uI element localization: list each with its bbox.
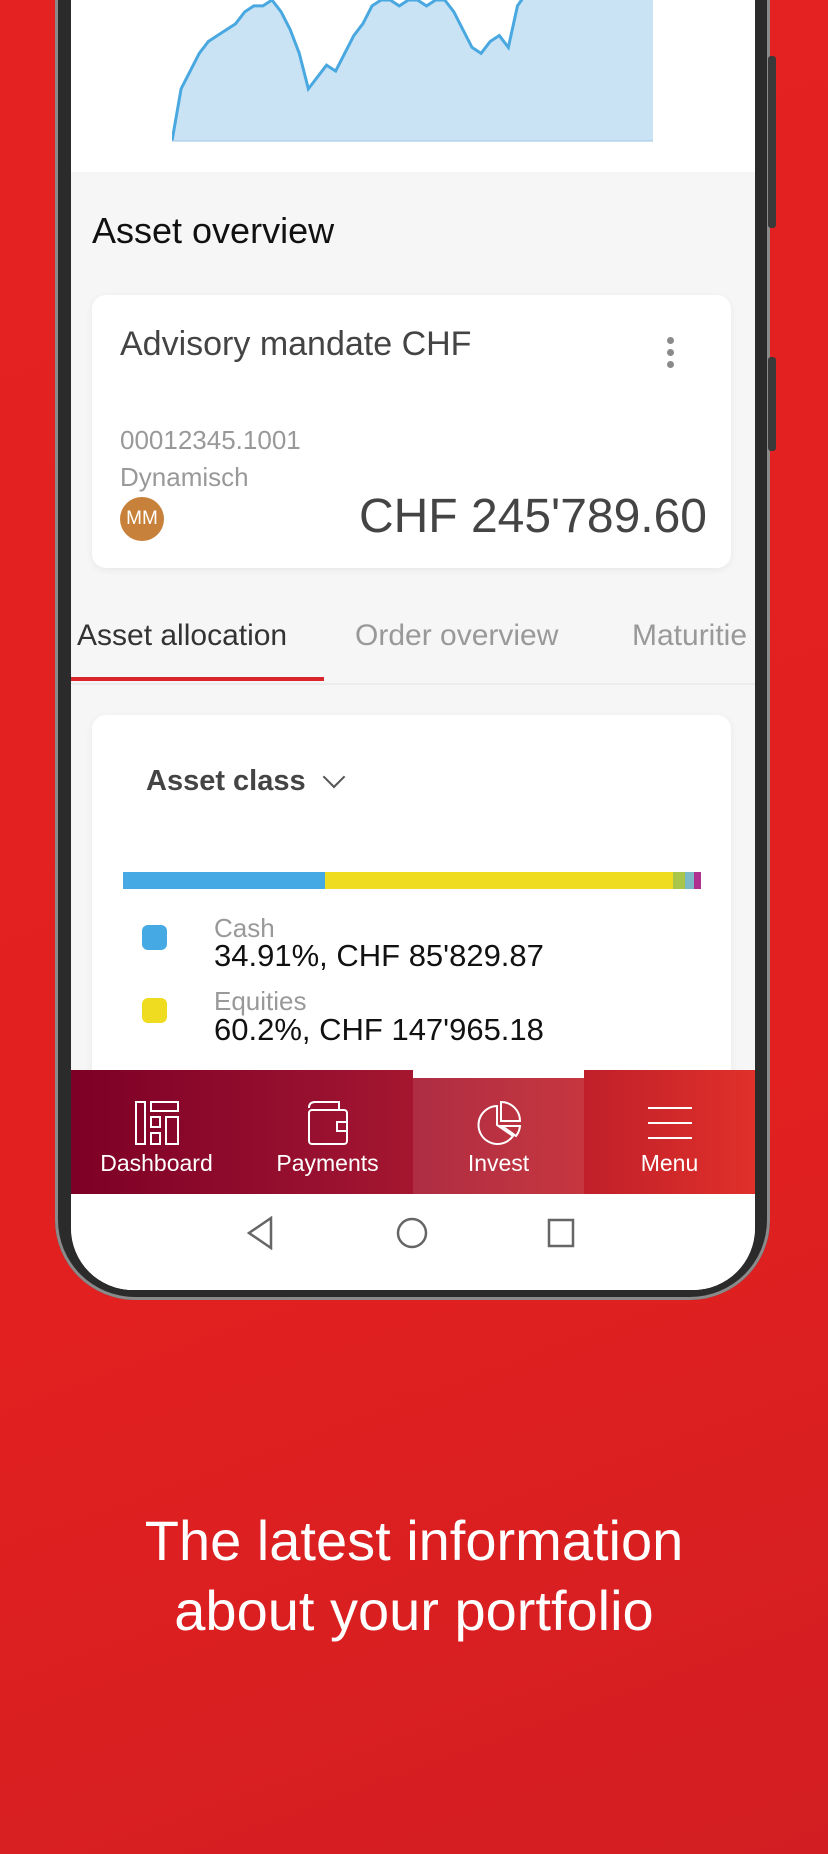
allocation-segment bbox=[324, 872, 673, 889]
allocation-bar bbox=[123, 872, 701, 889]
tab-maturities[interactable]: Maturitie bbox=[632, 619, 747, 653]
headline-line: The latest information bbox=[144, 1509, 684, 1572]
nav-invest[interactable]: Invest bbox=[413, 1070, 584, 1194]
avatar: MM bbox=[120, 497, 164, 541]
portfolio-amount: CHF 245'789.60 bbox=[358, 490, 707, 543]
tab-asset-allocation[interactable]: Asset allocation bbox=[77, 619, 287, 653]
volume-button bbox=[768, 56, 776, 228]
wallet-icon bbox=[307, 1101, 348, 1145]
phone-screen: Asset overview Advisory mandate CHF 0001… bbox=[71, 0, 755, 1290]
performance-chart-panel bbox=[71, 0, 755, 172]
nav-menu[interactable]: Menu bbox=[584, 1070, 755, 1194]
section-title: Asset overview bbox=[92, 210, 335, 251]
strategy: Dynamisch bbox=[120, 462, 249, 492]
chevron-down-icon bbox=[322, 765, 346, 789]
back-icon[interactable] bbox=[246, 1216, 274, 1250]
legend-swatch bbox=[142, 998, 167, 1023]
nav-label: Dashboard bbox=[100, 1150, 213, 1176]
portfolio-card[interactable]: Advisory mandate CHF 00012345.1001 Dynam… bbox=[92, 295, 731, 568]
allocation-segment bbox=[694, 872, 701, 889]
legend-value: 60.2%, CHF 147'965.18 bbox=[214, 1012, 544, 1047]
legend-swatch bbox=[142, 925, 167, 950]
bottom-navigation: Dashboard Payments Invest Menu bbox=[71, 1070, 755, 1194]
performance-chart bbox=[172, 0, 653, 142]
more-options-icon[interactable] bbox=[667, 337, 674, 373]
power-button bbox=[768, 357, 776, 451]
nav-payments[interactable]: Payments bbox=[242, 1070, 413, 1194]
dropdown-label: Asset class bbox=[146, 765, 306, 797]
nav-dashboard[interactable]: Dashboard bbox=[71, 1070, 242, 1194]
legend-value: 34.91%, CHF 85'829.87 bbox=[214, 938, 544, 973]
dashboard-icon bbox=[134, 1101, 179, 1145]
headline-line: about your portfolio bbox=[174, 1579, 654, 1642]
account-number: 00012345.1001 bbox=[120, 425, 301, 455]
allocation-segment bbox=[123, 872, 325, 889]
portfolio-title: Advisory mandate CHF bbox=[120, 325, 472, 363]
system-navigation-bar bbox=[71, 1194, 755, 1290]
allocation-segment bbox=[672, 872, 685, 889]
chart-area bbox=[172, 0, 653, 141]
recents-icon[interactable] bbox=[547, 1218, 575, 1248]
headline: The latest information about your portfo… bbox=[0, 1506, 828, 1646]
allocation-segment bbox=[684, 872, 695, 889]
tab-order-overview[interactable]: Order overview bbox=[355, 619, 558, 653]
active-tab-indicator bbox=[71, 677, 324, 681]
tab-bar: Asset allocation Order overview Maturiti… bbox=[71, 605, 755, 685]
nav-label: Menu bbox=[640, 1150, 699, 1176]
pie-chart-icon bbox=[477, 1100, 521, 1145]
nav-label: Payments bbox=[276, 1150, 379, 1176]
home-icon[interactable] bbox=[396, 1217, 428, 1249]
nav-label: Invest bbox=[467, 1150, 530, 1176]
hamburger-icon bbox=[647, 1107, 692, 1139]
